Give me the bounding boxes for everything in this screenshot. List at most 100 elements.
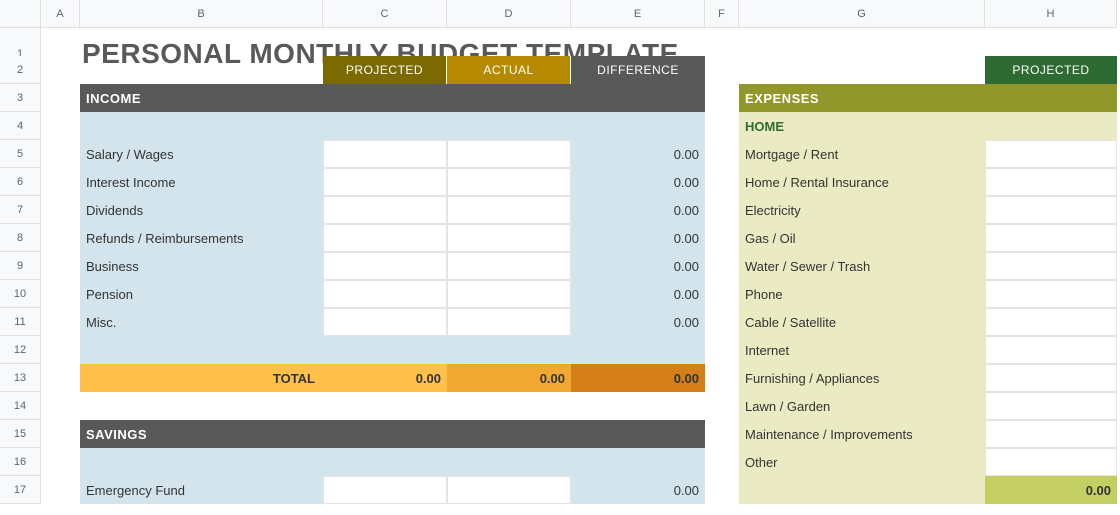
section-income[interactable]: INCOME	[80, 84, 705, 112]
home-projected-7[interactable]	[985, 336, 1117, 364]
income-diff-4[interactable]: 0.00	[571, 252, 705, 280]
home-label-9[interactable]: Lawn / Garden	[739, 392, 985, 420]
cell-F16[interactable]	[705, 448, 739, 476]
home-total[interactable]: 0.00	[985, 476, 1117, 504]
home-projected-2[interactable]	[985, 196, 1117, 224]
cell-A7[interactable]	[41, 196, 80, 224]
cell-A6[interactable]	[41, 168, 80, 196]
home-label-3[interactable]: Gas / Oil	[739, 224, 985, 252]
row-header-6[interactable]: 6	[0, 168, 41, 196]
home-projected-6[interactable]	[985, 308, 1117, 336]
income-projected-3[interactable]	[323, 224, 447, 252]
row-header-14[interactable]: 14	[0, 392, 41, 420]
home-label-7[interactable]: Internet	[739, 336, 985, 364]
home-label-6[interactable]: Cable / Satellite	[739, 308, 985, 336]
cell-F13[interactable]	[705, 364, 739, 392]
tab-difference[interactable]: DIFFERENCE	[571, 56, 705, 84]
income-projected-0[interactable]	[323, 140, 447, 168]
row-header-2[interactable]: 2	[0, 56, 41, 84]
income-label-3[interactable]: Refunds / Reimbursements	[80, 224, 323, 252]
home-projected-9[interactable]	[985, 392, 1117, 420]
row-header-16[interactable]: 16	[0, 448, 41, 476]
cell-B4[interactable]	[80, 112, 705, 140]
home-label-1[interactable]: Home / Rental Insurance	[739, 168, 985, 196]
col-header-F[interactable]: F	[705, 0, 739, 28]
cell-F3[interactable]	[705, 84, 739, 112]
col-header-G[interactable]: G	[739, 0, 985, 28]
income-actual-2[interactable]	[447, 196, 571, 224]
cell-F11[interactable]	[705, 308, 739, 336]
tab-projected[interactable]: PROJECTED	[323, 56, 447, 84]
row-header-9[interactable]: 9	[0, 252, 41, 280]
savings-diff-0[interactable]: 0.00	[571, 476, 705, 504]
col-header-C[interactable]: C	[323, 0, 447, 28]
cell-A11[interactable]	[41, 308, 80, 336]
income-total-actual[interactable]: 0.00	[447, 364, 571, 392]
home-label-10[interactable]: Maintenance / Improvements	[739, 420, 985, 448]
col-header-E[interactable]: E	[571, 0, 705, 28]
row-header-15[interactable]: 15	[0, 420, 41, 448]
cell-F14[interactable]	[705, 392, 739, 420]
subsection-home[interactable]: HOME	[739, 112, 985, 140]
home-label-4[interactable]: Water / Sewer / Trash	[739, 252, 985, 280]
income-actual-6[interactable]	[447, 308, 571, 336]
income-actual-5[interactable]	[447, 280, 571, 308]
cell-F2[interactable]	[705, 56, 739, 84]
savings-label-0[interactable]: Emergency Fund	[80, 476, 323, 504]
row-header-12[interactable]: 12	[0, 336, 41, 364]
section-savings[interactable]: SAVINGS	[80, 420, 705, 448]
col-header-B[interactable]: B	[80, 0, 323, 28]
income-total-label[interactable]: TOTAL	[80, 364, 323, 392]
cell-F7[interactable]	[705, 196, 739, 224]
home-label-5[interactable]: Phone	[739, 280, 985, 308]
home-projected-1[interactable]	[985, 168, 1117, 196]
income-actual-0[interactable]	[447, 140, 571, 168]
cell-F12[interactable]	[705, 336, 739, 364]
cell-A9[interactable]	[41, 252, 80, 280]
income-label-5[interactable]: Pension	[80, 280, 323, 308]
cell-F15[interactable]	[705, 420, 739, 448]
income-actual-4[interactable]	[447, 252, 571, 280]
cell-F9[interactable]	[705, 252, 739, 280]
row-header-11[interactable]: 11	[0, 308, 41, 336]
income-projected-4[interactable]	[323, 252, 447, 280]
home-projected-8[interactable]	[985, 364, 1117, 392]
income-diff-2[interactable]: 0.00	[571, 196, 705, 224]
income-diff-6[interactable]: 0.00	[571, 308, 705, 336]
cell-B12[interactable]	[80, 336, 705, 364]
cell-A16[interactable]	[41, 448, 80, 476]
tab-projected-right[interactable]: PROJECTED	[985, 56, 1117, 84]
cell-A13[interactable]	[41, 364, 80, 392]
income-diff-5[interactable]: 0.00	[571, 280, 705, 308]
cell-A17[interactable]	[41, 476, 80, 504]
cell-A2[interactable]	[41, 56, 80, 84]
cell-A4[interactable]	[41, 112, 80, 140]
cell-A5[interactable]	[41, 140, 80, 168]
cell-F8[interactable]	[705, 224, 739, 252]
row-header-10[interactable]: 10	[0, 280, 41, 308]
savings-actual-0[interactable]	[447, 476, 571, 504]
row-header-13[interactable]: 13	[0, 364, 41, 392]
income-projected-1[interactable]	[323, 168, 447, 196]
row-header-5[interactable]: 5	[0, 140, 41, 168]
income-actual-3[interactable]	[447, 224, 571, 252]
income-label-0[interactable]: Salary / Wages	[80, 140, 323, 168]
cell-B2[interactable]	[80, 56, 323, 84]
col-header-D[interactable]: D	[447, 0, 571, 28]
cell-A8[interactable]	[41, 224, 80, 252]
cell-F17[interactable]	[705, 476, 739, 504]
cell-F10[interactable]	[705, 280, 739, 308]
cell-A3[interactable]	[41, 84, 80, 112]
income-total-diff[interactable]: 0.00	[571, 364, 705, 392]
home-label-11[interactable]: Other	[739, 448, 985, 476]
home-projected-10[interactable]	[985, 420, 1117, 448]
col-header-H[interactable]: H	[985, 0, 1117, 28]
income-diff-3[interactable]: 0.00	[571, 224, 705, 252]
cell-B14[interactable]	[80, 392, 705, 420]
row-header-8[interactable]: 8	[0, 224, 41, 252]
cell-F6[interactable]	[705, 168, 739, 196]
income-projected-5[interactable]	[323, 280, 447, 308]
income-actual-1[interactable]	[447, 168, 571, 196]
row-header-17[interactable]: 17	[0, 476, 41, 504]
cell-A15[interactable]	[41, 420, 80, 448]
